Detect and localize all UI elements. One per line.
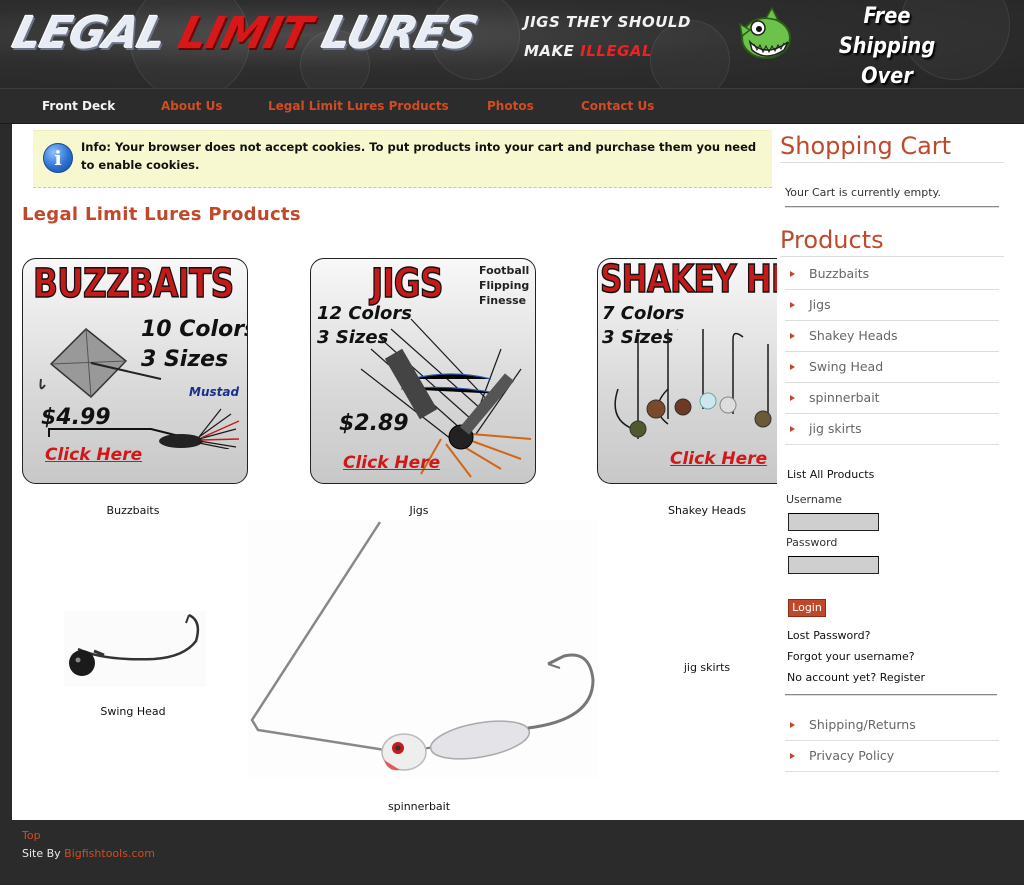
forgot-username-link[interactable]: Forgot your username? — [787, 650, 915, 663]
site-credit: Site By Bigfishtools.com — [22, 847, 155, 860]
buzzbaits-headline: BUZZBAITS — [32, 260, 234, 308]
sidebar-item-jigs[interactable]: Jigs — [785, 290, 999, 321]
jigs-style-flipping: Flipping — [479, 279, 530, 292]
arrow-right-icon — [790, 302, 795, 308]
product-image-spinnerbait[interactable] — [248, 520, 598, 778]
tagline-line-2: make illegal — [524, 37, 691, 66]
nav-item-contact-us[interactable]: Contact Us — [581, 89, 654, 123]
free-shipping-banner: Free Shipping Over $99.00 — [821, 2, 953, 88]
sidebar-item-label: Swing Head — [809, 359, 884, 374]
sidebar-item-label: Buzzbaits — [809, 266, 870, 281]
sidebar-item-jig-skirts[interactable]: jig skirts — [785, 414, 999, 445]
arrow-right-icon — [790, 753, 795, 759]
jigs-style-football: Football — [479, 264, 530, 277]
jigs-style-list: Football Flipping Finesse — [479, 263, 529, 308]
product-image-jigs[interactable]: JIGS Football Flipping Finesse 12 Colors… — [310, 258, 536, 484]
nav-item-about-us[interactable]: About Us — [161, 89, 222, 123]
tagline-illegal: illegal — [580, 42, 653, 60]
header-tagline: Jigs they should make illegal — [524, 8, 691, 66]
product-caption-spinnerbait[interactable]: spinnerbait — [306, 800, 532, 813]
sidebar-item-label: jig skirts — [809, 421, 862, 436]
products-title: Products — [780, 226, 1004, 257]
tagline-line-1: Jigs they should — [524, 13, 691, 31]
nav-item-products[interactable]: Legal Limit Lures Products — [268, 89, 449, 123]
username-field[interactable] — [788, 513, 879, 531]
cart-empty-text: Your Cart is currently empty. — [785, 186, 941, 199]
cart-divider — [785, 206, 999, 208]
product-caption-jigs[interactable]: Jigs — [306, 504, 532, 517]
cookie-info-message: i Info: Your browser does not accept coo… — [33, 130, 772, 188]
site-by-link[interactable]: Bigfishtools.com — [64, 847, 155, 860]
username-label: Username — [786, 493, 843, 506]
product-image-swing-head[interactable] — [64, 611, 206, 687]
password-label: Password — [786, 536, 838, 549]
site-by-text: Site By — [22, 847, 61, 860]
sidebar-item-label: Privacy Policy — [809, 748, 895, 763]
product-caption-buzzbaits[interactable]: Buzzbaits — [20, 504, 246, 517]
logo-word-legal: LEGAL — [7, 8, 172, 59]
register-prompt: No account yet? Register — [787, 671, 925, 684]
product-caption-swing-head[interactable]: Swing Head — [20, 705, 246, 718]
logo-word-limit: LIMIT — [173, 8, 316, 59]
password-field[interactable] — [788, 556, 879, 574]
shakey-head-lure-icon — [614, 329, 772, 439]
arrow-right-icon — [790, 364, 795, 370]
logo-word-lures: LURES — [317, 8, 483, 59]
arrow-right-icon — [790, 722, 795, 728]
arrow-right-icon — [790, 271, 795, 277]
cart-title: Shopping Cart — [780, 132, 1004, 163]
sidebar-item-swing-head[interactable]: Swing Head — [785, 352, 999, 383]
jigs-price: $2.89 — [339, 411, 409, 436]
jigs-headline: JIGS — [370, 260, 444, 308]
no-account-text: No account yet? — [787, 671, 877, 684]
sidebar-item-label: Shipping/Returns — [809, 717, 916, 732]
arrow-right-icon — [790, 395, 795, 401]
buzzbaits-click-here[interactable]: Click Here — [45, 445, 142, 465]
nav-item-front-deck[interactable]: Front Deck — [42, 89, 115, 123]
jigs-click-here[interactable]: Click Here — [343, 453, 440, 473]
buzzbaits-price: $4.99 — [41, 405, 111, 430]
sidebar-item-buzzbaits[interactable]: Buzzbaits — [785, 259, 999, 290]
shakey-heads-colors: 7 Colors — [602, 303, 685, 324]
sidebar-item-shakey-heads[interactable]: Shakey Heads — [785, 321, 999, 352]
login-divider — [785, 694, 997, 696]
list-all-products-link[interactable]: List All Products — [787, 468, 874, 481]
nav-item-photos[interactable]: Photos — [487, 89, 534, 123]
piranha-mascot-icon — [738, 6, 791, 59]
arrow-right-icon — [790, 426, 795, 432]
shakey-heads-headline: SHAKEY HE — [599, 258, 777, 302]
tagline-make: make — [524, 42, 575, 60]
site-footer: Top Site By Bigfishtools.com — [0, 820, 1024, 885]
register-link[interactable]: Register — [880, 671, 925, 684]
product-image-shakey-heads[interactable]: SHAKEY HE 7 Colors 3 Sizes Click Here — [597, 258, 777, 484]
back-to-top-link[interactable]: Top — [22, 829, 41, 842]
sidebar-item-shipping-returns[interactable]: Shipping/Returns — [785, 710, 999, 741]
info-message-text: Info: Your browser does not accept cooki… — [81, 140, 757, 172]
shipping-line-1: Free Shipping — [838, 4, 936, 59]
product-image-buzzbaits[interactable]: BUZZBAITS 10 Colors 3 Sizes Mustad $4.99… — [22, 258, 248, 484]
info-icon: i — [43, 143, 73, 173]
sidebar-item-spinnerbait[interactable]: spinnerbait — [785, 383, 999, 414]
site-header: LEGAL LIMIT LURES Jigs they should make … — [0, 0, 1024, 88]
shakey-heads-click-here[interactable]: Click Here — [670, 449, 767, 469]
shipping-line-2: Over $99.00 — [861, 64, 913, 88]
site-logo[interactable]: LEGAL LIMIT LURES — [7, 6, 483, 62]
login-button[interactable]: Login — [788, 599, 826, 617]
page-title: Legal Limit Lures Products — [22, 204, 301, 225]
sidebar-item-privacy-policy[interactable]: Privacy Policy — [785, 741, 999, 772]
jigs-style-finesse: Finesse — [479, 294, 527, 307]
sidebar-item-label: Shakey Heads — [809, 328, 898, 343]
arrow-right-icon — [790, 333, 795, 339]
sidebar-item-label: Jigs — [809, 297, 831, 312]
sidebar-item-label: spinnerbait — [809, 390, 880, 405]
main-nav: Front Deck About Us Legal Limit Lures Pr… — [0, 88, 1024, 124]
lost-password-link[interactable]: Lost Password? — [787, 629, 870, 642]
